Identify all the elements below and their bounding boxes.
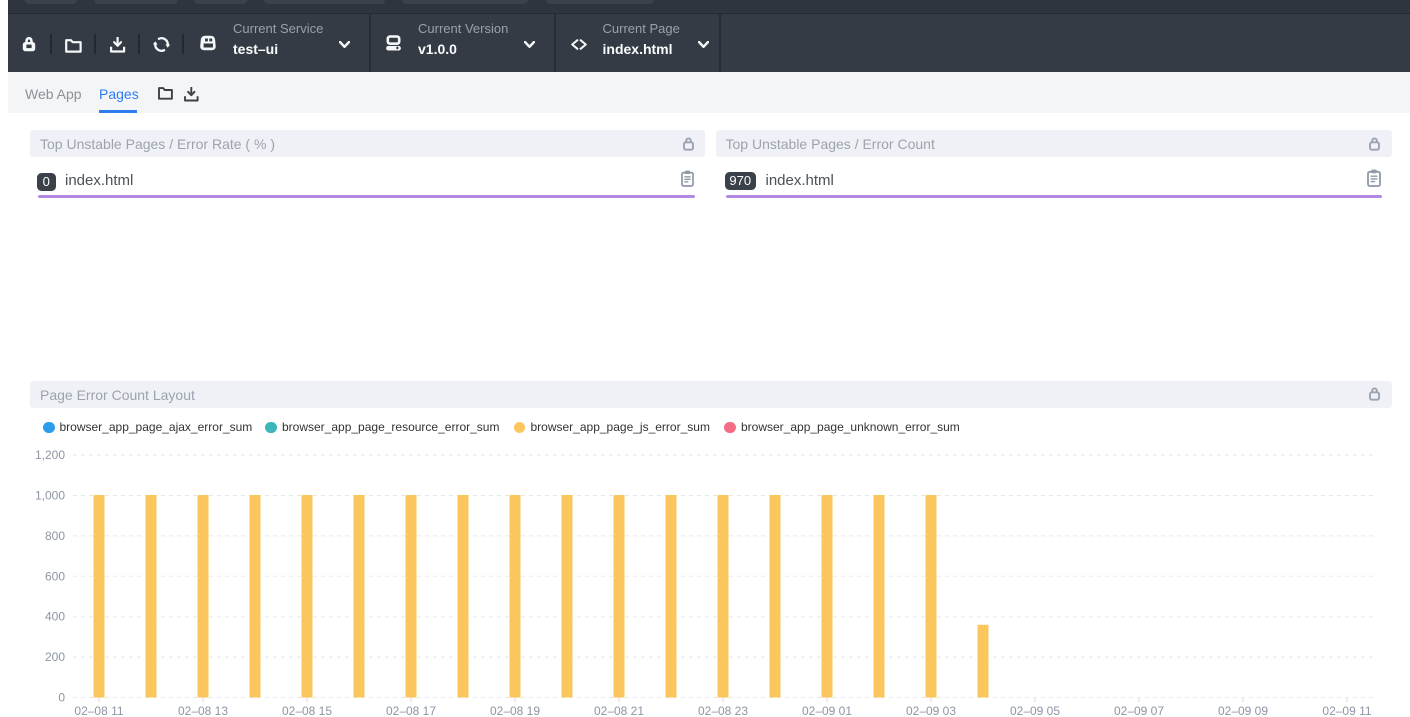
svg-text:400: 400 <box>45 610 65 624</box>
svg-text:02–08 19: 02–08 19 <box>490 704 540 717</box>
svg-text:200: 200 <box>45 650 65 664</box>
svg-text:0: 0 <box>58 691 65 705</box>
svg-text:02–09 09: 02–09 09 <box>1218 704 1268 717</box>
svg-text:600: 600 <box>45 569 65 583</box>
svg-text:1,000: 1,000 <box>35 489 65 503</box>
svg-text:02–08 11: 02–08 11 <box>74 704 123 717</box>
svg-text:02–09 01: 02–09 01 <box>802 704 852 717</box>
svg-text:02–08 23: 02–08 23 <box>698 704 748 717</box>
svg-text:02–08 17: 02–08 17 <box>386 704 436 717</box>
svg-text:02–09 07: 02–09 07 <box>1114 704 1164 717</box>
svg-text:02–09 03: 02–09 03 <box>906 704 956 717</box>
svg-text:02–08 21: 02–08 21 <box>594 704 644 717</box>
svg-text:02–08 15: 02–08 15 <box>282 704 332 717</box>
svg-text:02–09 05: 02–09 05 <box>1010 704 1060 717</box>
svg-text:02–08 13: 02–08 13 <box>178 704 228 717</box>
svg-text:02–09 11: 02–09 11 <box>1322 704 1371 717</box>
svg-text:800: 800 <box>45 529 65 543</box>
svg-text:1,200: 1,200 <box>35 448 65 462</box>
